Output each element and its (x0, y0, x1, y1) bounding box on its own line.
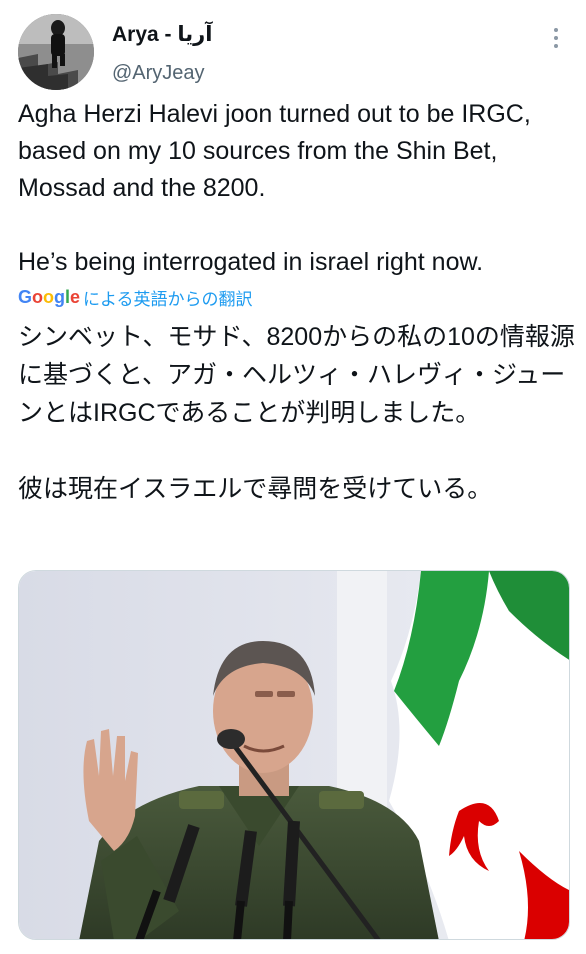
google-logo: Google (18, 286, 81, 307)
author-display-name[interactable]: Arya - آریا (112, 22, 212, 48)
translated-text: シンベット、モサド、8200からの私の10の情報源に基づくと、アガ・ヘルツィ・ハ… (18, 323, 575, 503)
author-avatar[interactable] (18, 14, 94, 90)
more-vertical-icon[interactable] (542, 22, 570, 54)
translation-label[interactable]: による英語からの翻訳 (83, 285, 253, 310)
tweet-text: Agha Herzi Halevi joon turned out to be … (18, 100, 531, 276)
tweet-photo[interactable] (18, 570, 570, 940)
translation-attribution[interactable]: Google による英語からの翻訳 (18, 284, 253, 310)
author-handle[interactable]: @AryJeay (112, 60, 205, 86)
